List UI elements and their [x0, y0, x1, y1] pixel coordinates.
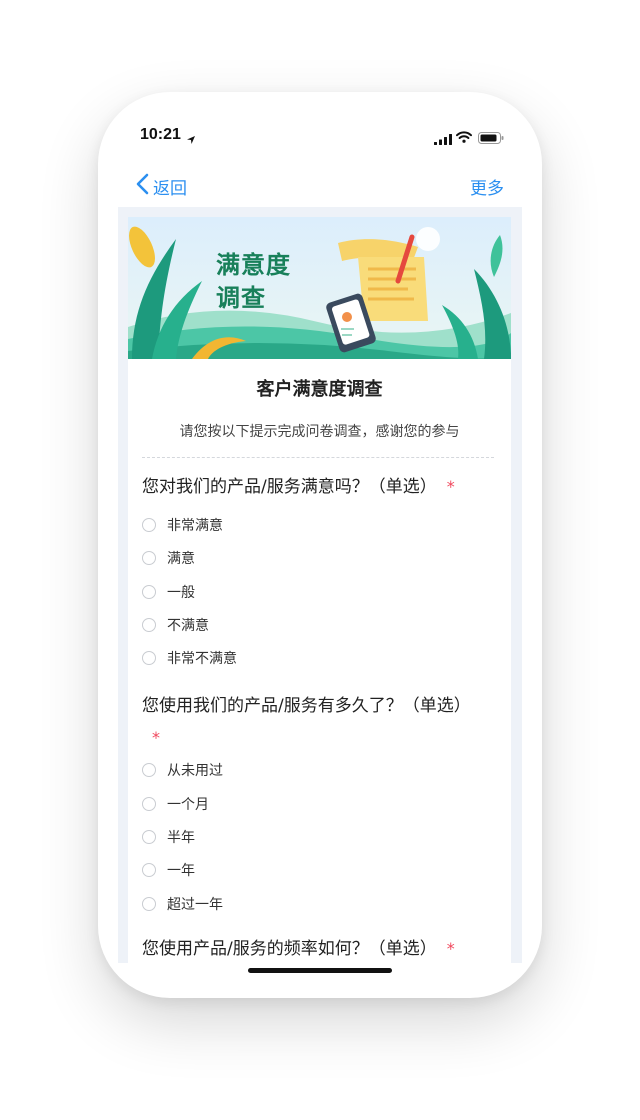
option-radio[interactable]: 一年 — [142, 859, 195, 881]
option-radio[interactable]: 不满意 — [142, 614, 209, 636]
option-label: 一般 — [167, 585, 195, 601]
phone-frame: 10:21 返回 更多 满意度调查 客户满意度调查 请您按以下提示完成问卷调查，… — [98, 92, 542, 998]
radio-circle-icon[interactable] — [142, 585, 156, 599]
chevron-left-icon — [136, 173, 153, 200]
question-text: 您使用我们的产品/服务有多久了？（单选） — [142, 696, 471, 716]
option-radio[interactable]: 非常满意 — [142, 514, 223, 536]
option-label: 非常满意 — [167, 518, 223, 534]
survey-scroll-area[interactable]: 满意度调查 客户满意度调查 请您按以下提示完成问卷调查，感谢您的参与 您对我们的… — [118, 207, 522, 963]
option-radio[interactable]: 满意 — [142, 547, 195, 569]
banner-title: 满意度调查 — [216, 251, 291, 312]
option-radio[interactable]: 超过一年 — [142, 893, 223, 915]
status-time: 10:21 — [140, 126, 181, 143]
dashed-divider — [142, 457, 494, 458]
option-radio[interactable]: 一般 — [142, 581, 195, 603]
cellular-signal-icon — [434, 130, 452, 149]
survey-title: 客户满意度调查 — [256, 379, 383, 400]
option-radio[interactable]: 一个月 — [142, 793, 209, 815]
radio-circle-icon[interactable] — [142, 618, 156, 632]
banner-illustration — [128, 217, 512, 359]
required-asterisk: * — [152, 728, 160, 747]
survey-card: 满意度调查 客户满意度调查 请您按以下提示完成问卷调查，感谢您的参与 您对我们的… — [128, 217, 512, 963]
status-bar: 10:21 — [98, 92, 542, 162]
survey-banner: 满意度调查 — [128, 217, 512, 359]
option-label: 一个月 — [167, 797, 209, 813]
option-label: 半年 — [167, 830, 195, 846]
option-radio[interactable]: 半年 — [142, 826, 195, 848]
location-arrow-icon — [186, 130, 196, 149]
navigation-bar: 返回 更多 — [98, 162, 542, 206]
option-label: 满意 — [167, 551, 195, 567]
option-label: 从未用过 — [167, 763, 223, 779]
radio-circle-icon[interactable] — [142, 830, 156, 844]
survey-description: 请您按以下提示完成问卷调查，感谢您的参与 — [179, 424, 460, 440]
required-asterisk: * — [446, 939, 455, 958]
battery-icon — [478, 129, 504, 148]
radio-circle-icon[interactable] — [142, 518, 156, 532]
option-radio[interactable]: 从未用过 — [142, 759, 223, 781]
back-button[interactable]: 返回 — [136, 173, 187, 200]
question-3: 您使用产品/服务的频率如何？（单选） * — [142, 933, 487, 963]
radio-circle-icon[interactable] — [142, 551, 156, 565]
option-radio[interactable]: 非常不满意 — [142, 647, 237, 669]
radio-circle-icon[interactable] — [142, 863, 156, 877]
option-label: 非常不满意 — [167, 651, 237, 667]
more-button[interactable]: 更多 — [470, 174, 504, 199]
question-2: 您使用我们的产品/服务有多久了？（单选） * — [142, 690, 487, 754]
radio-circle-icon[interactable] — [142, 651, 156, 665]
radio-circle-icon[interactable] — [142, 897, 156, 911]
required-asterisk: * — [446, 477, 455, 496]
radio-circle-icon[interactable] — [142, 763, 156, 777]
option-label: 超过一年 — [167, 897, 223, 913]
option-label: 一年 — [167, 863, 195, 879]
option-label: 不满意 — [167, 618, 209, 634]
question-text: 您对我们的产品/服务满意吗？（单选） — [142, 477, 437, 497]
home-indicator[interactable] — [248, 968, 392, 973]
back-label: 返回 — [153, 178, 187, 199]
radio-circle-icon[interactable] — [142, 797, 156, 811]
question-text: 您使用产品/服务的频率如何？（单选） — [142, 939, 437, 959]
question-1: 您对我们的产品/服务满意吗？（单选） * — [142, 471, 487, 503]
wifi-icon — [456, 128, 472, 147]
